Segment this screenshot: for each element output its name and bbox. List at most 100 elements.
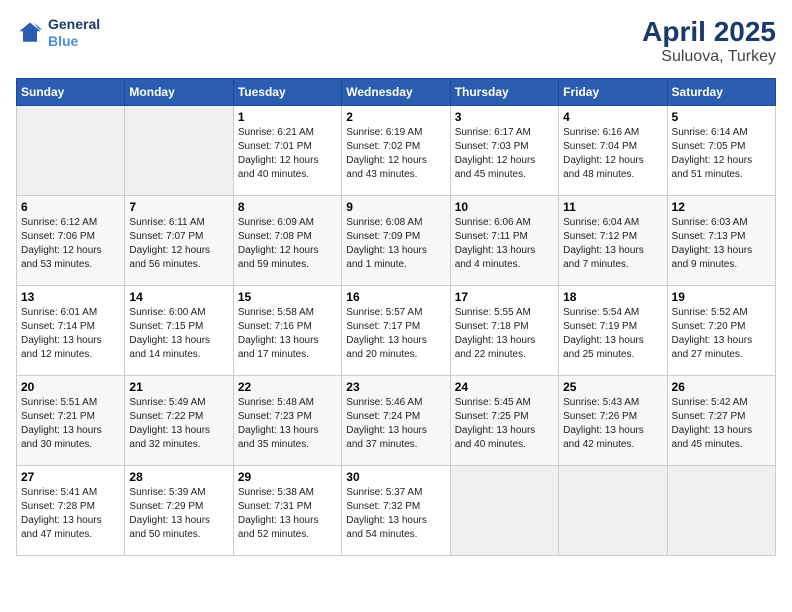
day-detail: Sunrise: 6:06 AM Sunset: 7:11 PM Dayligh… [455,216,554,272]
day-detail: Sunrise: 6:09 AM Sunset: 7:08 PM Dayligh… [238,216,337,272]
day-of-week-header: Wednesday [342,79,450,106]
day-of-week-header: Sunday [17,79,125,106]
day-detail: Sunrise: 5:43 AM Sunset: 7:26 PM Dayligh… [563,396,662,452]
day-number: 27 [21,470,120,484]
day-number: 22 [238,380,337,394]
day-detail: Sunrise: 5:42 AM Sunset: 7:27 PM Dayligh… [672,396,771,452]
calendar-cell: 13 Sunrise: 6:01 AM Sunset: 7:14 PM Dayli… [17,286,125,376]
day-number: 7 [129,200,228,214]
calendar-week-row: 13 Sunrise: 6:01 AM Sunset: 7:14 PM Dayli… [17,286,776,376]
calendar-week-row: 20 Sunrise: 5:51 AM Sunset: 7:21 PM Dayli… [17,376,776,466]
logo-text: General Blue [48,16,100,50]
calendar-week-row: 6 Sunrise: 6:12 AM Sunset: 7:06 PM Daylig… [17,196,776,286]
day-number: 20 [21,380,120,394]
title-block: April 2025 Suluova, Turkey [642,16,776,66]
calendar-cell: 11 Sunrise: 6:04 AM Sunset: 7:12 PM Dayli… [559,196,667,286]
calendar-cell: 26 Sunrise: 5:42 AM Sunset: 7:27 PM Dayli… [667,376,775,466]
calendar-cell: 6 Sunrise: 6:12 AM Sunset: 7:06 PM Daylig… [17,196,125,286]
day-number: 12 [672,200,771,214]
calendar-cell: 25 Sunrise: 5:43 AM Sunset: 7:26 PM Dayli… [559,376,667,466]
calendar-cell: 10 Sunrise: 6:06 AM Sunset: 7:11 PM Dayli… [450,196,558,286]
calendar-cell: 30Sunrise: 5:37 AM Sunset: 7:32 PM Dayli… [342,466,450,556]
calendar-cell: 22 Sunrise: 5:48 AM Sunset: 7:23 PM Dayli… [233,376,341,466]
calendar-cell: 27 Sunrise: 5:41 AM Sunset: 7:28 PM Dayli… [17,466,125,556]
calendar-cell [450,466,558,556]
day-number: 3 [455,110,554,124]
day-of-week-header: Saturday [667,79,775,106]
calendar-cell: 20 Sunrise: 5:51 AM Sunset: 7:21 PM Dayli… [17,376,125,466]
calendar-cell: 8 Sunrise: 6:09 AM Sunset: 7:08 PM Daylig… [233,196,341,286]
calendar-body: 1Sunrise: 6:21 AM Sunset: 7:01 PM Daylig… [17,106,776,556]
day-number: 11 [563,200,662,214]
day-detail: Sunrise: 6:01 AM Sunset: 7:14 PM Dayligh… [21,306,120,362]
day-detail: Sunrise: 5:58 AM Sunset: 7:16 PM Dayligh… [238,306,337,362]
day-detail: Sunrise: 6:17 AM Sunset: 7:03 PM Dayligh… [455,126,554,182]
day-number: 4 [563,110,662,124]
logo-line1: General [48,16,100,33]
day-detail: Sunrise: 6:12 AM Sunset: 7:06 PM Dayligh… [21,216,120,272]
calendar-cell: 28Sunrise: 5:39 AM Sunset: 7:29 PM Dayli… [125,466,233,556]
calendar-cell: 9Sunrise: 6:08 AM Sunset: 7:09 PM Daylig… [342,196,450,286]
day-number: 23 [346,380,445,394]
day-number: 15 [238,290,337,304]
calendar-header-row: SundayMondayTuesdayWednesdayThursdayFrid… [17,79,776,106]
day-of-week-header: Thursday [450,79,558,106]
day-number: 14 [129,290,228,304]
day-detail: Sunrise: 5:45 AM Sunset: 7:25 PM Dayligh… [455,396,554,452]
day-detail: Sunrise: 6:14 AM Sunset: 7:05 PM Dayligh… [672,126,771,182]
calendar-cell [125,106,233,196]
calendar-week-row: 1Sunrise: 6:21 AM Sunset: 7:01 PM Daylig… [17,106,776,196]
day-number: 2 [346,110,445,124]
day-number: 29 [238,470,337,484]
day-number: 5 [672,110,771,124]
logo: General Blue [16,16,100,50]
day-detail: Sunrise: 6:03 AM Sunset: 7:13 PM Dayligh… [672,216,771,272]
calendar-cell [559,466,667,556]
day-detail: Sunrise: 6:19 AM Sunset: 7:02 PM Dayligh… [346,126,445,182]
day-detail: Sunrise: 5:52 AM Sunset: 7:20 PM Dayligh… [672,306,771,362]
day-number: 16 [346,290,445,304]
calendar-cell: 23Sunrise: 5:46 AM Sunset: 7:24 PM Dayli… [342,376,450,466]
day-detail: Sunrise: 6:08 AM Sunset: 7:09 PM Dayligh… [346,216,445,272]
day-of-week-header: Monday [125,79,233,106]
day-detail: Sunrise: 5:48 AM Sunset: 7:23 PM Dayligh… [238,396,337,452]
calendar-cell: 3 Sunrise: 6:17 AM Sunset: 7:03 PM Daylig… [450,106,558,196]
day-detail: Sunrise: 6:11 AM Sunset: 7:07 PM Dayligh… [129,216,228,272]
day-detail: Sunrise: 5:57 AM Sunset: 7:17 PM Dayligh… [346,306,445,362]
calendar-cell: 12 Sunrise: 6:03 AM Sunset: 7:13 PM Dayli… [667,196,775,286]
calendar-table: SundayMondayTuesdayWednesdayThursdayFrid… [16,78,776,556]
day-of-week-header: Friday [559,79,667,106]
calendar-cell: 4 Sunrise: 6:16 AM Sunset: 7:04 PM Daylig… [559,106,667,196]
logo-icon [16,19,44,47]
day-detail: Sunrise: 5:37 AM Sunset: 7:32 PM Dayligh… [346,486,445,542]
calendar-cell: 18 Sunrise: 5:54 AM Sunset: 7:19 PM Dayli… [559,286,667,376]
day-detail: Sunrise: 6:16 AM Sunset: 7:04 PM Dayligh… [563,126,662,182]
day-number: 13 [21,290,120,304]
day-detail: Sunrise: 5:55 AM Sunset: 7:18 PM Dayligh… [455,306,554,362]
calendar-cell: 19Sunrise: 5:52 AM Sunset: 7:20 PM Dayli… [667,286,775,376]
calendar-cell: 7 Sunrise: 6:11 AM Sunset: 7:07 PM Daylig… [125,196,233,286]
calendar-cell: 21Sunrise: 5:49 AM Sunset: 7:22 PM Dayli… [125,376,233,466]
calendar-cell [17,106,125,196]
day-detail: Sunrise: 6:04 AM Sunset: 7:12 PM Dayligh… [563,216,662,272]
calendar-cell: 17 Sunrise: 5:55 AM Sunset: 7:18 PM Dayli… [450,286,558,376]
day-detail: Sunrise: 5:49 AM Sunset: 7:22 PM Dayligh… [129,396,228,452]
calendar-cell: 24 Sunrise: 5:45 AM Sunset: 7:25 PM Dayli… [450,376,558,466]
day-number: 10 [455,200,554,214]
day-detail: Sunrise: 6:21 AM Sunset: 7:01 PM Dayligh… [238,126,337,182]
day-of-week-header: Tuesday [233,79,341,106]
day-number: 18 [563,290,662,304]
day-detail: Sunrise: 5:54 AM Sunset: 7:19 PM Dayligh… [563,306,662,362]
calendar-cell: 2 Sunrise: 6:19 AM Sunset: 7:02 PM Daylig… [342,106,450,196]
day-number: 6 [21,200,120,214]
day-number: 17 [455,290,554,304]
day-detail: Sunrise: 5:41 AM Sunset: 7:28 PM Dayligh… [21,486,120,542]
calendar-cell [667,466,775,556]
calendar-cell: 29Sunrise: 5:38 AM Sunset: 7:31 PM Dayli… [233,466,341,556]
day-number: 24 [455,380,554,394]
day-number: 26 [672,380,771,394]
day-number: 8 [238,200,337,214]
calendar-cell: 16 Sunrise: 5:57 AM Sunset: 7:17 PM Dayli… [342,286,450,376]
day-detail: Sunrise: 5:51 AM Sunset: 7:21 PM Dayligh… [21,396,120,452]
day-number: 25 [563,380,662,394]
